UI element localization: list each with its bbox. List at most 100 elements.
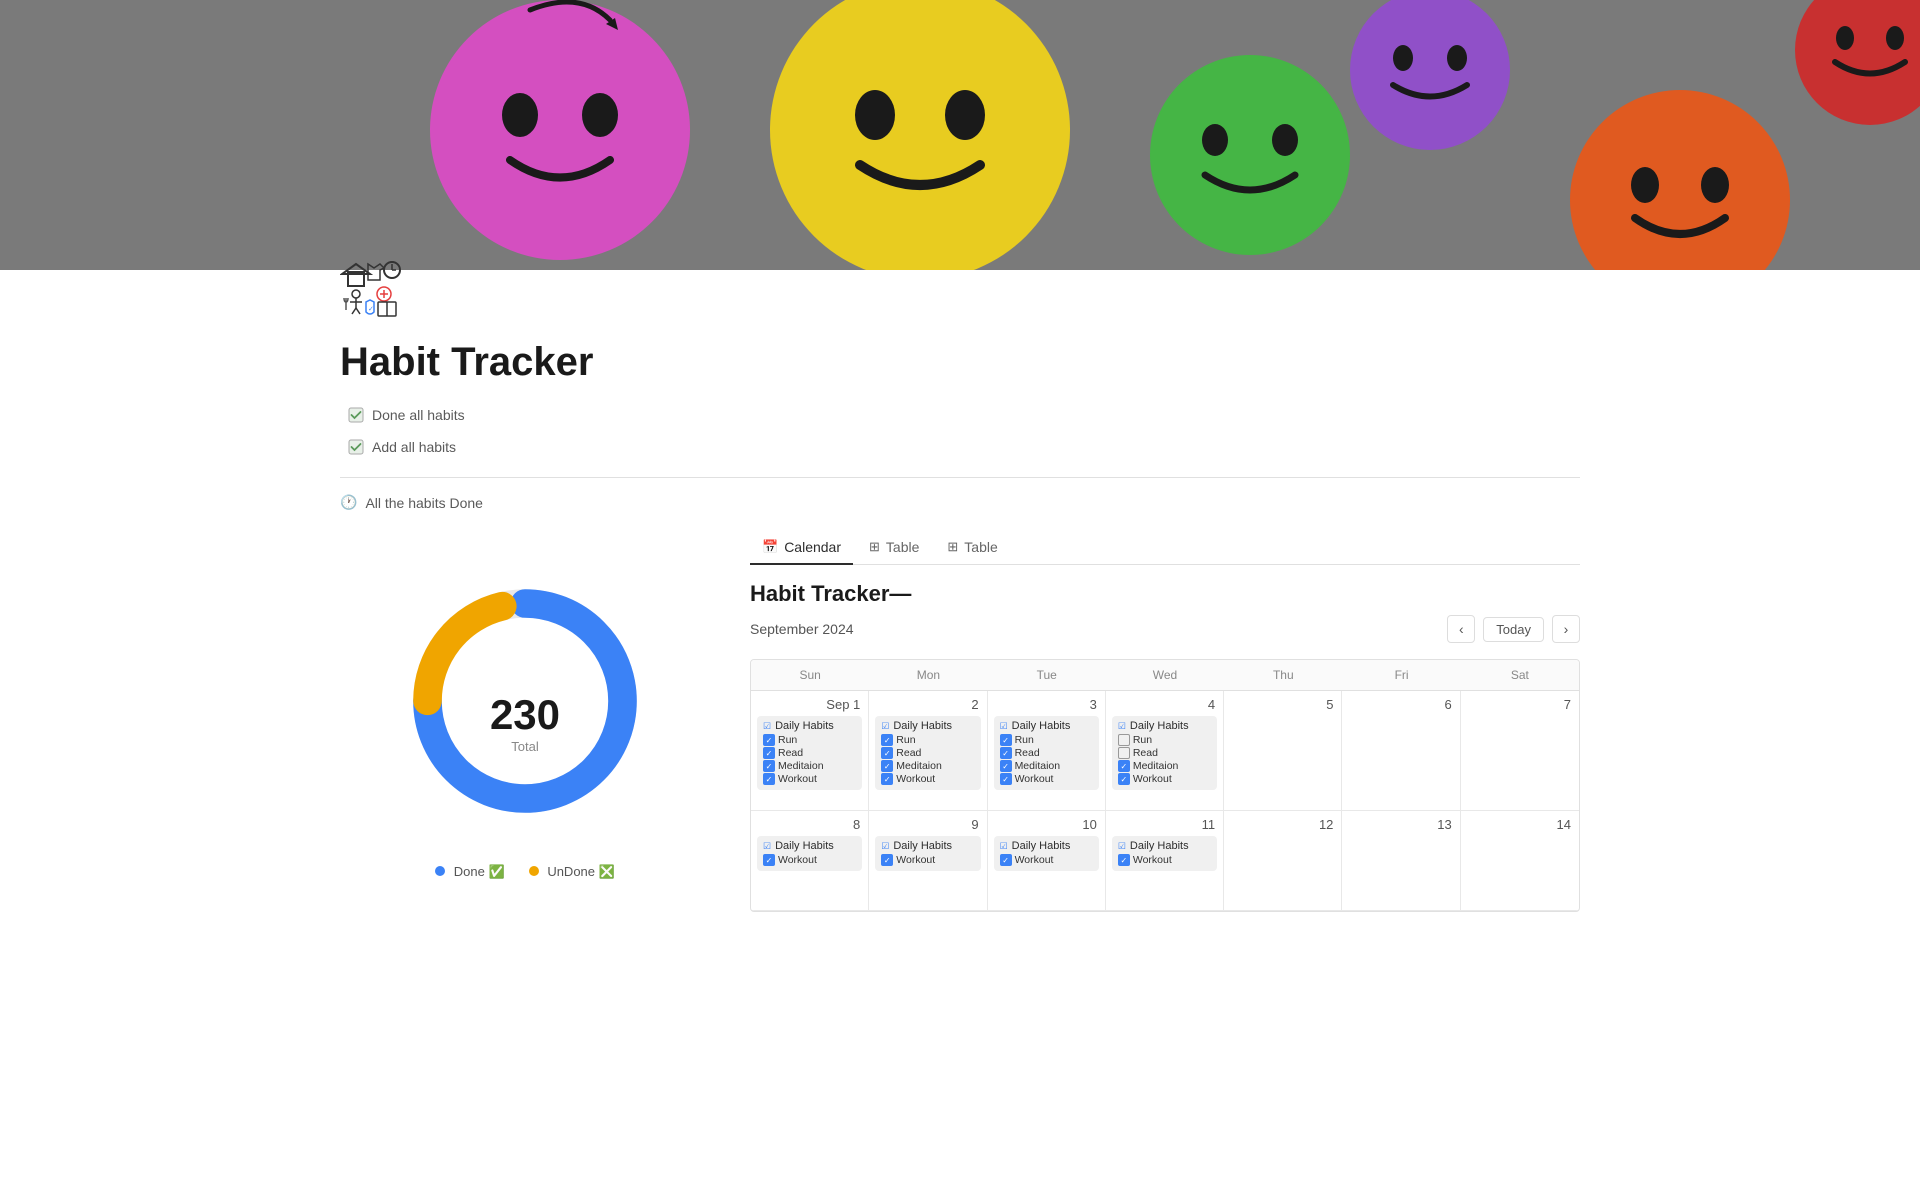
page-icon: ✓ bbox=[340, 250, 420, 330]
habit-read-day2: Read bbox=[881, 747, 974, 759]
cal-day-7[interactable]: 7 bbox=[1461, 691, 1579, 811]
habit-card-day9[interactable]: ☑ Daily Habits Workout bbox=[875, 836, 980, 871]
habit-run-sep1: Run bbox=[763, 734, 856, 746]
cal-date-3: 3 bbox=[994, 697, 1099, 712]
cal-day-2[interactable]: 2 ☑ Daily Habits Run bbox=[869, 691, 987, 811]
cal-day-sep1[interactable]: Sep 1 ☑ Daily Habits Run bbox=[751, 691, 869, 811]
habit-card-sep1[interactable]: ☑ Daily Habits Run Read bbox=[757, 716, 862, 790]
checkbox-read-day3 bbox=[1000, 747, 1012, 759]
checkbox-run-day2 bbox=[881, 734, 893, 746]
checkbox-workout-day11 bbox=[1118, 854, 1130, 866]
cal-date-11: 11 bbox=[1112, 817, 1217, 832]
calendar-body: Sep 1 ☑ Daily Habits Run bbox=[751, 691, 1579, 911]
tab-table-2-label: Table bbox=[964, 539, 997, 555]
habit-card-title-day8: ☑ Daily Habits bbox=[763, 840, 856, 852]
cal-day-4[interactable]: 4 ☑ Daily Habits Run bbox=[1106, 691, 1224, 811]
checkbox-workout-day8 bbox=[763, 854, 775, 866]
add-all-habits-checkbox[interactable]: Add all habits bbox=[340, 433, 1580, 461]
cal-day-12[interactable]: 12 bbox=[1224, 811, 1342, 911]
done-legend: Done ✅ bbox=[435, 864, 505, 880]
checkbox-med-sep1 bbox=[763, 760, 775, 772]
checkbox-read-day4 bbox=[1118, 747, 1130, 759]
cal-day-5[interactable]: 5 bbox=[1224, 691, 1342, 811]
habit-read-day4: Read bbox=[1118, 747, 1211, 759]
cal-day-14[interactable]: 14 bbox=[1461, 811, 1579, 911]
checkbox-med-day3 bbox=[1000, 760, 1012, 772]
nav-controls: ‹ Today › bbox=[1447, 615, 1580, 643]
add-all-habits-label: Add all habits bbox=[372, 439, 456, 455]
calendar-icon: 📅 bbox=[762, 539, 778, 555]
day-header-sat: Sat bbox=[1461, 660, 1579, 690]
cal-day-13[interactable]: 13 bbox=[1342, 811, 1460, 911]
day-header-sun: Sun bbox=[751, 660, 869, 690]
habit-card-day8[interactable]: ☑ Daily Habits Workout bbox=[757, 836, 862, 871]
habit-med-day4: Meditaion bbox=[1118, 760, 1211, 772]
cal-day-8[interactable]: 8 ☑ Daily Habits Workout bbox=[751, 811, 869, 911]
donut-legend: Done ✅ UnDone ❎ bbox=[435, 864, 615, 880]
cal-day-11[interactable]: 11 ☑ Daily Habits Workout bbox=[1106, 811, 1224, 911]
day-header-fri: Fri bbox=[1342, 660, 1460, 690]
habit-workout-day9: Workout bbox=[881, 854, 974, 866]
habit-run-day4: Run bbox=[1118, 734, 1211, 746]
habit-read-sep1: Read bbox=[763, 747, 856, 759]
donut-label: Total bbox=[490, 739, 560, 754]
checkbox-run-day4 bbox=[1118, 734, 1130, 746]
cal-date-13: 13 bbox=[1348, 817, 1453, 832]
checkbox-med-day4 bbox=[1118, 760, 1130, 772]
habit-card-day2[interactable]: ☑ Daily Habits Run Read bbox=[875, 716, 980, 790]
table-icon: ⊞ bbox=[869, 539, 880, 555]
habit-med-day3: Meditaion bbox=[1000, 760, 1093, 772]
checkbox-icon-1 bbox=[348, 407, 364, 423]
today-badge: 2 bbox=[971, 697, 978, 712]
day-header-mon: Mon bbox=[869, 660, 987, 690]
habit-card-day3[interactable]: ☑ Daily Habits Run Read bbox=[994, 716, 1099, 790]
checkbox-workout-day3 bbox=[1000, 773, 1012, 785]
habit-med-sep1: Meditaion bbox=[763, 760, 856, 772]
checkbox-med-day2 bbox=[881, 760, 893, 772]
habit-card-title-day10: ☑ Daily Habits bbox=[1000, 840, 1093, 852]
cal-day-6[interactable]: 6 bbox=[1342, 691, 1460, 811]
calendar-header: Sun Mon Tue Wed Thu Fri Sat bbox=[751, 660, 1579, 691]
habit-card-day10[interactable]: ☑ Daily Habits Workout bbox=[994, 836, 1099, 871]
cal-day-9[interactable]: 9 ☑ Daily Habits Workout bbox=[869, 811, 987, 911]
checkbox-run-sep1 bbox=[763, 734, 775, 746]
habits-done-text: All the habits Done bbox=[365, 495, 483, 511]
habit-card-title-sep1: ☑ Daily Habits bbox=[763, 720, 856, 732]
next-month-button[interactable]: › bbox=[1552, 615, 1580, 643]
prev-month-button[interactable]: ‹ bbox=[1447, 615, 1475, 643]
habit-run-day3: Run bbox=[1000, 734, 1093, 746]
tab-table-1-label: Table bbox=[886, 539, 919, 555]
habit-card-title-day9: ☑ Daily Habits bbox=[881, 840, 974, 852]
page-title: Habit Tracker bbox=[340, 340, 1580, 385]
day-header-wed: Wed bbox=[1106, 660, 1224, 690]
habit-workout-day4: Workout bbox=[1118, 773, 1211, 785]
cal-day-10[interactable]: 10 ☑ Daily Habits Workout bbox=[988, 811, 1106, 911]
cal-day-3[interactable]: 3 ☑ Daily Habits Run bbox=[988, 691, 1106, 811]
day-header-thu: Thu bbox=[1224, 660, 1342, 690]
tab-table-2[interactable]: ⊞ Table bbox=[935, 531, 1009, 565]
cal-date-9: 9 bbox=[875, 817, 980, 832]
cal-date-2: 2 bbox=[875, 697, 980, 712]
habit-read-day3: Read bbox=[1000, 747, 1093, 759]
tab-table-1[interactable]: ⊞ Table bbox=[857, 531, 931, 565]
right-panel: 📅 Calendar ⊞ Table ⊞ Table Habit Tracker… bbox=[750, 531, 1580, 912]
left-panel: 230 Total Done ✅ UnDone ❎ bbox=[340, 531, 710, 912]
checkbox-workout-sep1 bbox=[763, 773, 775, 785]
checkbox-workout-day9 bbox=[881, 854, 893, 866]
today-button[interactable]: Today bbox=[1483, 617, 1544, 642]
calendar-month: September 2024 bbox=[750, 621, 854, 637]
checkbox-icon-2 bbox=[348, 439, 364, 455]
checkbox-read-sep1 bbox=[763, 747, 775, 759]
tab-calendar[interactable]: 📅 Calendar bbox=[750, 531, 853, 565]
clock-icon: 🕐 bbox=[340, 494, 357, 511]
habit-card-day4[interactable]: ☑ Daily Habits Run Read bbox=[1112, 716, 1217, 790]
cover-image bbox=[0, 0, 1920, 270]
undone-legend-dot bbox=[529, 866, 539, 876]
calendar-nav: September 2024 ‹ Today › bbox=[750, 615, 1580, 643]
checkbox-read-day2 bbox=[881, 747, 893, 759]
cal-date-12: 12 bbox=[1230, 817, 1335, 832]
svg-text:✓: ✓ bbox=[368, 306, 374, 313]
cal-date-7: 7 bbox=[1467, 697, 1573, 712]
done-all-habits-checkbox[interactable]: Done all habits bbox=[340, 401, 1580, 429]
habit-card-day11[interactable]: ☑ Daily Habits Workout bbox=[1112, 836, 1217, 871]
